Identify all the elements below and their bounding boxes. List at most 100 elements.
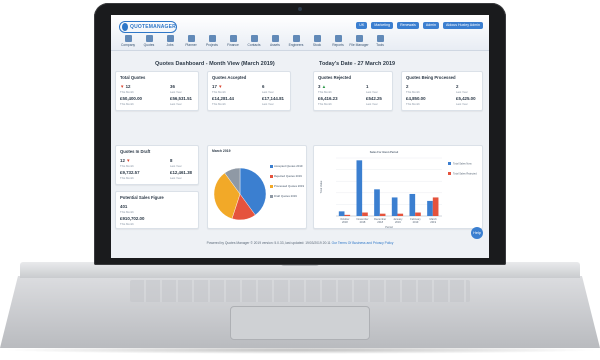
count-sub: This Month (406, 90, 420, 94)
jobs-icon (166, 35, 174, 42)
legend-swatch (270, 174, 273, 178)
pie-legend-item[interactable]: Processed Quotes 2019 (270, 184, 304, 188)
legend-label: Draft Quotes 2019 (274, 194, 297, 198)
screen: QUOTEMANAGER UK Marketing Renewals Admin… (111, 15, 489, 258)
nav-item-jobs[interactable]: Jobs (163, 35, 177, 47)
count-value: 12 (120, 158, 125, 163)
legend-label: Rejected Quotes 2019 (274, 174, 302, 178)
bar[interactable] (427, 200, 433, 216)
pie-legend-item[interactable]: Accepted Quotes 2019 (270, 164, 302, 168)
count-value: 401 (120, 204, 128, 209)
card-total-quotes[interactable]: Total Quotes ▼ 12 This Month 36 Last Yea… (115, 71, 199, 111)
card-quotes-processed[interactable]: Quotes Being Processed 2 This Month 2 La… (401, 71, 483, 111)
nav-item-file-manager[interactable]: File Manager (349, 35, 369, 47)
nav-item-finance[interactable]: Finance (226, 35, 240, 47)
nav-item-tools[interactable]: Tools (373, 35, 387, 47)
bar-legend-label[interactable]: Total Sales Now (453, 162, 472, 166)
count-value: 12 (125, 84, 131, 89)
card-count: 17 ▼ (212, 84, 222, 89)
contacts-icon (250, 35, 258, 42)
bar[interactable] (409, 193, 416, 216)
bar[interactable] (356, 160, 363, 216)
value-right: £56,531.51 (170, 96, 192, 101)
nav-item-quotes[interactable]: Quotes (142, 35, 156, 47)
count-value: 2 (406, 84, 409, 89)
bar[interactable] (391, 197, 398, 216)
top-button-admin[interactable]: Admin (422, 22, 440, 29)
card-title: Quotes Rejected (318, 75, 352, 80)
help-button[interactable]: Help (471, 227, 483, 239)
top-button-marketing[interactable]: Marketing (371, 22, 394, 29)
bar[interactable] (362, 212, 368, 216)
finance-icon (229, 35, 237, 42)
nav-item-planner[interactable]: Planner (184, 35, 198, 47)
reports-icon (334, 35, 342, 42)
top-button-renewals[interactable]: Renewals (397, 22, 419, 29)
app-logo[interactable]: QUOTEMANAGER (119, 21, 177, 33)
value-amount: £910,702.00 (120, 216, 145, 221)
card-count: 12 ▼ (120, 158, 130, 163)
tools-icon (376, 35, 384, 42)
todays-date: Today's Date - 27 March 2019 (319, 61, 396, 67)
card-count: ▼ 12 (120, 84, 130, 89)
pie-legend-item[interactable]: Draft Quotes 2019 (270, 194, 297, 198)
nav-label: Engineers (288, 43, 304, 47)
dashboard-title: Quotes Dashboard - Month View (March 201… (155, 61, 275, 67)
count-sub: This Month (120, 210, 134, 214)
card-quotes-rejected[interactable]: Quotes Rejected 3 ▲ This Month 1 Last Ye… (313, 71, 393, 111)
footer-text: Powered by Quotes Manager © 2019 version… (206, 241, 331, 245)
x-tick-label-year: 2018 (360, 220, 366, 224)
y-axis-label: Total Value (319, 180, 323, 193)
stock-icon (313, 35, 321, 42)
pie-chart (213, 167, 267, 221)
card-quotes-draft[interactable]: Quotes In Draft 12 ▼ This Month 8 Last Y… (115, 145, 199, 185)
card-quotes-accepted[interactable]: Quotes Accepted 17 ▼ This Month 6 Last Y… (207, 71, 291, 111)
file-manager-icon (355, 35, 363, 42)
app-header: QUOTEMANAGER UK Marketing Renewals Admin… (111, 15, 489, 51)
nav-item-contacts[interactable]: Contacts (247, 35, 261, 47)
value-right: £5,425.00 (456, 96, 476, 101)
nav-label: Planner (185, 43, 197, 47)
nav-item-stock[interactable]: Stock (310, 35, 324, 47)
count-right-sub: Last Year (170, 164, 182, 168)
count-right: 2 (456, 84, 459, 89)
laptop-keyboard (130, 280, 470, 302)
count-sub: This Month (120, 164, 134, 168)
bar[interactable] (374, 189, 380, 216)
x-axis-label: Period (385, 225, 393, 229)
footer-link[interactable]: Our Terms Of Business and Privacy Policy (332, 241, 394, 245)
bar[interactable] (344, 214, 351, 216)
arrow-up-icon: ▲ (321, 84, 327, 89)
nav-item-company[interactable]: Company (121, 35, 135, 47)
bar[interactable] (415, 212, 421, 216)
laptop-lid: QUOTEMANAGER UK Marketing Renewals Admin… (94, 3, 506, 265)
nav-label: File Manager (349, 43, 369, 47)
value-amount: £4,850.00 (406, 96, 426, 101)
bar-chart: Sales For Given PeriodOctober2018Novembe… (319, 150, 477, 229)
nav-item-engineers[interactable]: Engineers (289, 35, 303, 47)
value-amount: £50,400.00 (120, 96, 142, 101)
bar[interactable] (379, 213, 386, 216)
pie-legend-item[interactable]: Rejected Quotes 2019 (270, 174, 302, 178)
top-button-user[interactable]: Aldous Huxley Admin (443, 22, 483, 29)
value-right: £12,461.38 (170, 170, 192, 175)
bar-chart-title: Sales For Given Period (370, 150, 399, 154)
engineers-icon (292, 35, 300, 42)
count-value: 17 (212, 84, 217, 89)
top-button-uk[interactable]: UK (356, 22, 368, 29)
bar-legend-label[interactable]: Total Sales Rejected (453, 172, 477, 176)
card-title: Quotes Being Processed (406, 75, 456, 80)
bar[interactable] (397, 213, 404, 216)
value-amount: £6,416.23 (318, 96, 338, 101)
count-right-sub: Last Year (456, 90, 468, 94)
x-tick-label-year: 2019 (413, 220, 419, 224)
nav-item-projects[interactable]: Projects (205, 35, 219, 47)
count-right: 36 (170, 84, 175, 89)
card-title: Total Quotes (120, 75, 146, 80)
nav-item-reports[interactable]: Reports (331, 35, 345, 47)
bar[interactable] (432, 197, 439, 216)
nav-item-assets[interactable]: Assets (268, 35, 282, 47)
card-potential-sales[interactable]: Potential Sales Figure 401 This Month £9… (115, 191, 199, 229)
bar[interactable] (338, 211, 345, 216)
value-amount: £14,281.44 (212, 96, 234, 101)
